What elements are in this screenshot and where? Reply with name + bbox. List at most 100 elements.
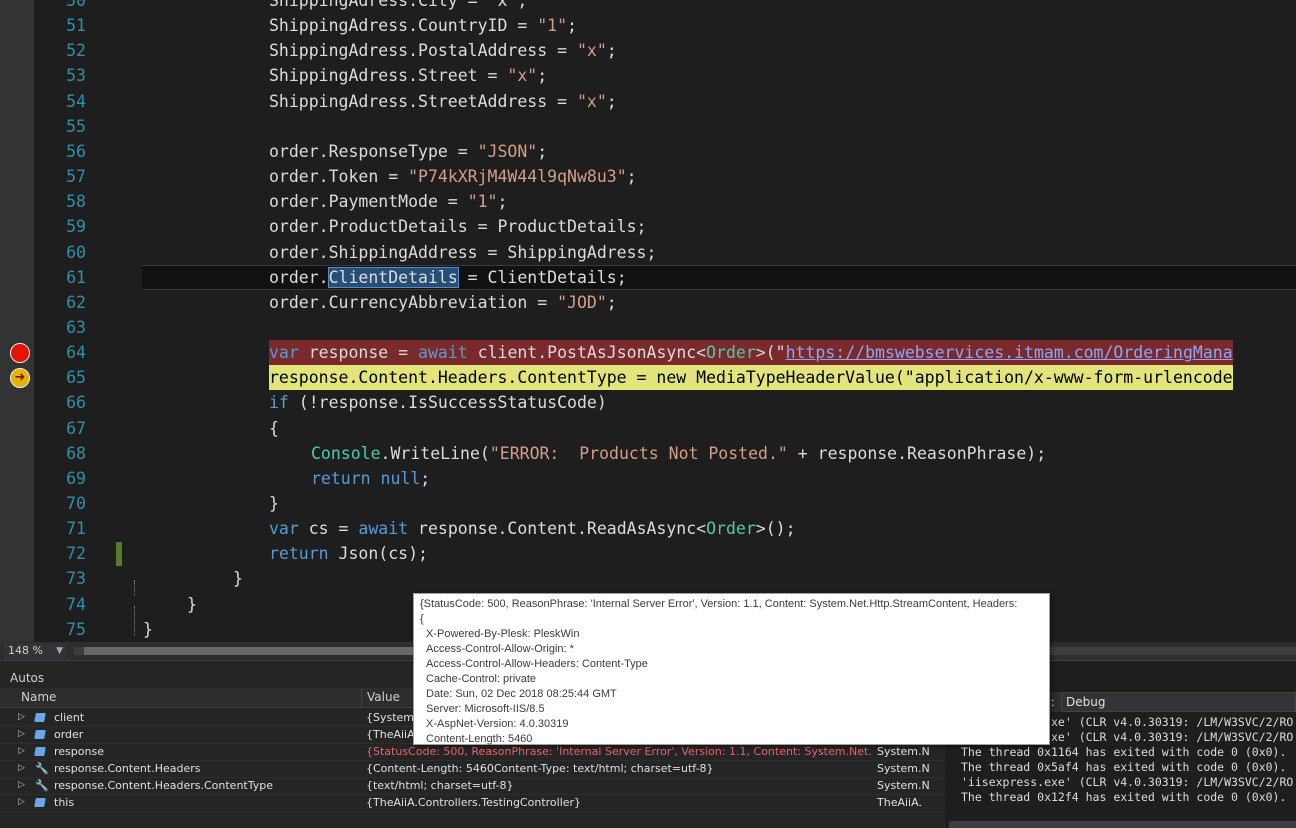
code-token: ; [606, 41, 617, 61]
column-divider[interactable] [361, 688, 362, 707]
code-token: return [269, 544, 329, 564]
code-text[interactable]: var response = await client.PostAsJsonAs… [269, 340, 1233, 366]
code-text[interactable]: order.Token = "P74kXRjM4W44l9qNw8u3"; [269, 164, 637, 189]
code-text[interactable]: ShippingAdress.City = "x"; [269, 0, 527, 13]
code-line[interactable]: 63 [0, 315, 1296, 340]
autos-title: Autos [10, 671, 45, 685]
line-number: 70 [66, 494, 86, 513]
code-line[interactable]: 61 order.ClientDetails = ClientDetails; [0, 264, 1296, 290]
line-number: 65 [66, 368, 86, 388]
output-line: xe' (CLR v4.0.30319: /LM/W3SVC/2/RO [1051, 730, 1294, 744]
code-text[interactable]: { [269, 416, 279, 441]
code-line[interactable]: 70} [0, 491, 1296, 516]
code-line[interactable]: 57 order.Token = "P74kXRjM4W44l9qNw8u3"; [0, 164, 1296, 189]
scrollbar-thumb[interactable] [84, 647, 424, 655]
code-line[interactable]: 60 order.ShippingAddress = ShippingAdress… [0, 240, 1296, 265]
variable-name: client [54, 711, 85, 724]
datatip-line: Server: Microsoft-IIS/8.5 [426, 703, 545, 715]
code-text[interactable]: response.Content.Headers.ContentType = n… [269, 365, 1233, 391]
code-token: "JSON" [477, 141, 538, 161]
code-token: } [269, 494, 279, 513]
code-token: = ClientDetails; [457, 267, 627, 287]
code-token: client.PostAsJsonAsync< [467, 343, 707, 363]
code-line[interactable]: 56 order.ResponseType = "JSON"; [0, 139, 1296, 164]
expand-icon[interactable]: ▷ [18, 709, 25, 726]
variable-name: response [54, 745, 104, 758]
code-token: >(); [755, 519, 796, 539]
expand-icon[interactable]: ▷ [18, 777, 25, 794]
code-line[interactable]: 54 ShippingAdress.StreetAddress = "x"; [0, 89, 1296, 114]
code-text[interactable]: ShippingAdress.PostalAddress = "x"; [269, 38, 617, 63]
code-token: ; [606, 91, 617, 111]
code-line[interactable]: 66 if (!response.IsSuccessStatusCode) [0, 390, 1296, 415]
code-line[interactable]: 64 var response = await client.PostAsJson… [0, 340, 1296, 366]
code-line[interactable]: 67 { [0, 416, 1296, 441]
change-marker [116, 542, 122, 567]
code-token: "ERROR: Products Not Posted." [489, 443, 788, 463]
code-text[interactable]: if (!response.IsSuccessStatusCode) [269, 390, 607, 415]
code-text[interactable]: var cs = await response.Content.ReadAsAs… [269, 516, 796, 541]
code-text[interactable]: order.PaymentMode = "1"; [269, 189, 507, 214]
object-icon [34, 730, 46, 739]
code-text[interactable]: order.ProductDetails = ProductDetails; [269, 214, 647, 239]
autos-row[interactable]: ▷ 🔧 response.Content.Headers.ContentType {t… [0, 777, 945, 795]
code-text[interactable]: order.ResponseType = "JSON"; [269, 139, 547, 164]
indent-guide [134, 606, 135, 636]
autos-row[interactable]: ▷ 🔧 response.Content.Headers {Content-Lengt… [0, 760, 945, 778]
code-line[interactable]: 72 return Json(cs); [0, 541, 1296, 566]
url-link[interactable]: https://bmswebservices.itmam.com/Orderin… [786, 343, 1233, 362]
column-header-name[interactable]: Name [21, 690, 56, 704]
expand-icon[interactable]: ▷ [18, 743, 25, 760]
code-line[interactable]: 51 ShippingAdress.CountryID = "1"; [0, 13, 1296, 38]
code-token: ; [537, 141, 548, 161]
variable-name: this [54, 796, 75, 809]
code-token: "1" [537, 16, 568, 36]
code-token: if [269, 393, 289, 413]
column-header-value[interactable]: Value [367, 690, 400, 704]
code-text[interactable]: order.CurrencyAbbreviation = "JOD"; [269, 290, 617, 315]
code-line[interactable]: 52 ShippingAdress.PostalAddress = "x"; [0, 38, 1296, 63]
code-text[interactable]: return Json(cs); [269, 541, 428, 566]
expand-icon[interactable]: ▷ [18, 794, 25, 811]
code-line[interactable]: 73} [0, 566, 1296, 591]
line-number: 63 [66, 317, 86, 337]
variable-value[interactable]: {text/html; charset=utf-8} [366, 777, 872, 794]
code-text[interactable]: order.ShippingAddress = ShippingAdress; [269, 240, 656, 265]
code-text[interactable]: order.ClientDetails = ClientDetails; [269, 265, 627, 290]
code-text[interactable]: ShippingAdress.Street = "x"; [269, 63, 547, 88]
wrench-icon: 🔧 [35, 762, 49, 775]
variable-value[interactable]: {TheAiiA.Controllers.TestingController} [366, 794, 872, 811]
code-line[interactable]: 62 order.CurrencyAbbreviation = "JOD"; [0, 290, 1296, 315]
code-line[interactable]: 68 Console.WriteLine("ERROR: Products Not… [0, 441, 1296, 466]
code-line[interactable]: 65 response.Content.Headers.ContentType =… [0, 365, 1296, 391]
code-line[interactable]: 55 [0, 114, 1296, 139]
code-line[interactable]: 71 var cs = await response.Content.ReadAs… [0, 516, 1296, 541]
code-text[interactable]: ShippingAdress.StreetAddress = "x"; [269, 89, 617, 114]
code-line[interactable]: 53 ShippingAdress.Street = "x"; [0, 63, 1296, 88]
zoom-level-dropdown[interactable]: 148 % ▼ [4, 643, 66, 659]
code-text[interactable]: } [143, 617, 153, 642]
code-text[interactable]: return null; [311, 466, 430, 491]
output-source-select[interactable]: Debug [1061, 692, 1296, 712]
code-line[interactable]: 58 order.PaymentMode = "1"; [0, 189, 1296, 214]
variable-type: System.N [877, 745, 930, 758]
code-text[interactable]: } [233, 566, 243, 591]
code-line[interactable]: 69 return null; [0, 466, 1296, 491]
object-icon [34, 747, 46, 756]
expand-icon[interactable]: ▷ [18, 726, 25, 743]
expand-icon[interactable]: ▷ [18, 760, 25, 777]
code-editor[interactable]: ➜ 50 ShippingAdress.City = "x"; 51 Shipping… [0, 0, 1296, 642]
code-text[interactable]: } [269, 491, 279, 516]
debugger-datatip[interactable]: {StatusCode: 500, ReasonPhrase: 'Interna… [413, 593, 1050, 745]
code-line[interactable]: 50 ShippingAdress.City = "x"; [0, 0, 1296, 13]
object-icon [34, 713, 46, 722]
code-text[interactable]: } [187, 592, 197, 617]
autos-row[interactable]: ▷ this {TheAiiA.Controllers.TestingControl… [0, 794, 945, 812]
code-token: + response.ReasonPhrase); [787, 443, 1047, 463]
variable-value[interactable]: {Content-Length: 5460Content-Type: text/… [366, 760, 872, 777]
zoom-level-value: 148 % [8, 644, 43, 657]
code-text[interactable]: ShippingAdress.CountryID = "1"; [269, 13, 577, 38]
line-number: 56 [66, 141, 86, 161]
code-line[interactable]: 59 order.ProductDetails = ProductDetails; [0, 214, 1296, 239]
code-text[interactable]: Console.WriteLine("ERROR: Products Not P… [311, 441, 1046, 466]
